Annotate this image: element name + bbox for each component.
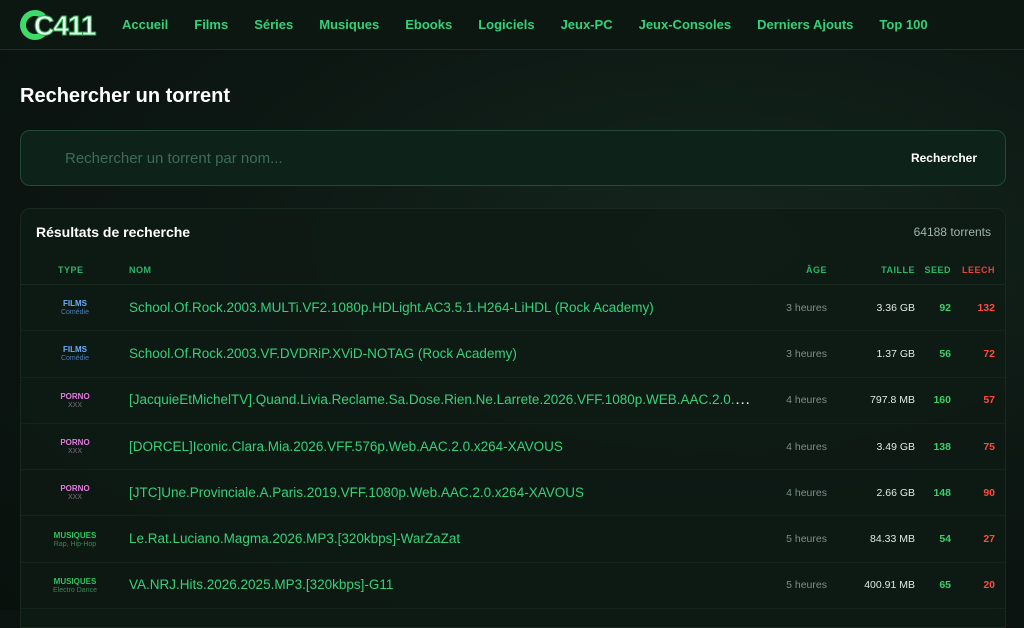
torrent-leech: 75 bbox=[983, 440, 995, 453]
table-row[interactable]: PORNO XXX [DORCEL]Iconic.Clara.Mia.2026.… bbox=[21, 424, 1005, 471]
site-logo[interactable]: C411 bbox=[20, 9, 98, 41]
nav-musiques[interactable]: Musiques bbox=[319, 17, 379, 32]
torrent-seed: 160 bbox=[933, 394, 951, 407]
results-count: 64188 torrents bbox=[913, 225, 991, 239]
search-bar: Rechercher bbox=[20, 130, 1006, 186]
nav-jeux-pc[interactable]: Jeux-PC bbox=[561, 17, 613, 32]
table-header: TYPE NOM ÂGE TAILLE SEED LEECH bbox=[21, 255, 1005, 285]
category-badge[interactable]: PORNO XXX bbox=[21, 392, 129, 409]
table-row[interactable]: FILMS Comédie School.Of.Rock.2003.VF.DVD… bbox=[21, 331, 1005, 378]
category-badge[interactable]: PORNO XXX bbox=[21, 484, 129, 501]
torrent-size: 2.66 GB bbox=[876, 486, 915, 499]
torrent-leech: 20 bbox=[983, 579, 995, 592]
torrent-age: 4 heures bbox=[786, 486, 827, 499]
torrent-name-link[interactable]: Le.Rat.Luciano.Magma.2026.MP3.[320kbps]-… bbox=[129, 531, 460, 546]
nav-ebooks[interactable]: Ebooks bbox=[405, 17, 452, 32]
torrent-name-link[interactable]: [DORCEL]Iconic.Clara.Mia.2026.VFF.576p.W… bbox=[129, 439, 563, 454]
torrent-age: 4 heures bbox=[786, 440, 827, 453]
torrent-age: 5 heures bbox=[786, 579, 827, 592]
search-button[interactable]: Rechercher bbox=[911, 151, 977, 165]
torrent-leech: 57 bbox=[983, 394, 995, 407]
torrent-size: 3.36 GB bbox=[876, 301, 915, 314]
table-row[interactable]: PORNO XXX [JTC]Une.Provinciale.A.Paris.2… bbox=[21, 470, 1005, 517]
torrent-seed: 138 bbox=[933, 440, 951, 453]
col-seed[interactable]: SEED bbox=[915, 265, 951, 275]
category-name: FILMS bbox=[63, 345, 87, 355]
torrent-name-link[interactable]: School.Of.Rock.2003.MULTi.VF2.1080p.HDLi… bbox=[129, 300, 654, 315]
subcategory-name: Comédie bbox=[60, 355, 89, 363]
torrent-leech: 27 bbox=[983, 533, 995, 546]
subcategory-name: XXX bbox=[67, 401, 82, 409]
search-input[interactable] bbox=[65, 149, 865, 167]
subcategory-name: Electro Dance bbox=[53, 586, 97, 594]
torrent-name-link[interactable]: [JTC]Une.Provinciale.A.Paris.2019.VFF.10… bbox=[129, 485, 584, 500]
torrent-name-link[interactable]: [JacquieEtMichelTV].Quand.Livia.Reclame.… bbox=[129, 391, 751, 408]
category-name: MUSIQUES bbox=[53, 530, 97, 540]
category-badge[interactable]: MUSIQUES Rap, Hip-Hop bbox=[21, 531, 129, 548]
table-row[interactable]: FILMS Comédie School.Of.Rock.2003.MULTi.… bbox=[21, 285, 1005, 332]
table-row[interactable]: MUSIQUES Electro Dance VA.NRJ.Hits.2026.… bbox=[21, 563, 1005, 610]
results-panel: Résultats de recherche 64188 torrents TY… bbox=[20, 208, 1006, 628]
category-name: PORNO bbox=[60, 438, 90, 448]
col-name[interactable]: NOM bbox=[129, 265, 751, 275]
col-age[interactable]: ÂGE bbox=[751, 265, 827, 275]
col-size[interactable]: TAILLE bbox=[827, 265, 915, 275]
subcategory-name: XXX bbox=[67, 494, 82, 502]
table-row[interactable]: PORNO XXX [JacquieEtMichelTV].Quand.Livi… bbox=[21, 378, 1005, 424]
category-badge[interactable]: MUSIQUES Electro Dance bbox=[21, 577, 129, 594]
torrent-age: 4 heures bbox=[786, 394, 827, 407]
results-header: Résultats de recherche 64188 torrents bbox=[21, 209, 1005, 255]
page-title: Rechercher un torrent bbox=[20, 85, 231, 107]
torrent-seed: 56 bbox=[939, 347, 951, 360]
category-name: PORNO bbox=[60, 391, 90, 401]
col-type[interactable]: TYPE bbox=[21, 265, 129, 275]
table-row[interactable]: MUSIQUES Rap, Hip-Hop Le.Rat.Luciano.Mag… bbox=[21, 516, 1005, 563]
torrent-seed: 148 bbox=[933, 486, 951, 499]
torrent-leech: 90 bbox=[983, 486, 995, 499]
subcategory-name: Comédie bbox=[60, 309, 89, 317]
category-name: MUSIQUES bbox=[53, 576, 97, 586]
nav-top-100[interactable]: Top 100 bbox=[879, 17, 927, 32]
torrent-leech: 132 bbox=[977, 301, 995, 314]
torrent-size: 797.8 MB bbox=[870, 394, 915, 407]
logo-text: C411 bbox=[33, 9, 96, 41]
torrent-leech: 72 bbox=[983, 347, 995, 360]
category-badge[interactable]: PORNO XXX bbox=[21, 438, 129, 455]
torrent-seed: 65 bbox=[939, 579, 951, 592]
results-title: Résultats de recherche bbox=[36, 224, 191, 240]
torrent-size: 1.37 GB bbox=[876, 347, 915, 360]
nav-accueil[interactable]: Accueil bbox=[122, 17, 168, 32]
torrent-size: 400.91 MB bbox=[864, 579, 915, 592]
torrent-seed: 92 bbox=[939, 301, 951, 314]
category-name: FILMS bbox=[63, 299, 87, 309]
col-leech[interactable]: LEECH bbox=[951, 265, 995, 275]
category-badge[interactable]: FILMS Comédie bbox=[21, 345, 129, 362]
nav-logiciels[interactable]: Logiciels bbox=[478, 17, 534, 32]
torrent-size: 3.49 GB bbox=[876, 440, 915, 453]
torrent-seed: 54 bbox=[939, 533, 951, 546]
torrent-age: 3 heures bbox=[786, 301, 827, 314]
torrent-name-link[interactable]: VA.NRJ.Hits.2026.2025.MP3.[320kbps]-G11 bbox=[129, 577, 393, 592]
nav-derniers-ajouts[interactable]: Derniers Ajouts bbox=[757, 17, 853, 32]
subcategory-name: Rap, Hip-Hop bbox=[53, 540, 97, 548]
torrent-age: 5 heures bbox=[786, 533, 827, 546]
nav-jeux-consoles[interactable]: Jeux-Consoles bbox=[639, 17, 731, 32]
category-name: PORNO bbox=[60, 484, 90, 494]
category-badge[interactable]: FILMS Comédie bbox=[21, 299, 129, 316]
torrent-size: 84.33 MB bbox=[870, 533, 915, 546]
top-nav: C411 Accueil Films Séries Musiques Ebook… bbox=[0, 0, 1024, 50]
nav-series[interactable]: Séries bbox=[254, 17, 293, 32]
torrent-name-link[interactable]: School.Of.Rock.2003.VF.DVDRiP.XViD-NOTAG… bbox=[129, 346, 517, 361]
subcategory-name: XXX bbox=[67, 448, 82, 456]
nav-films[interactable]: Films bbox=[194, 17, 228, 32]
torrent-age: 3 heures bbox=[786, 347, 827, 360]
